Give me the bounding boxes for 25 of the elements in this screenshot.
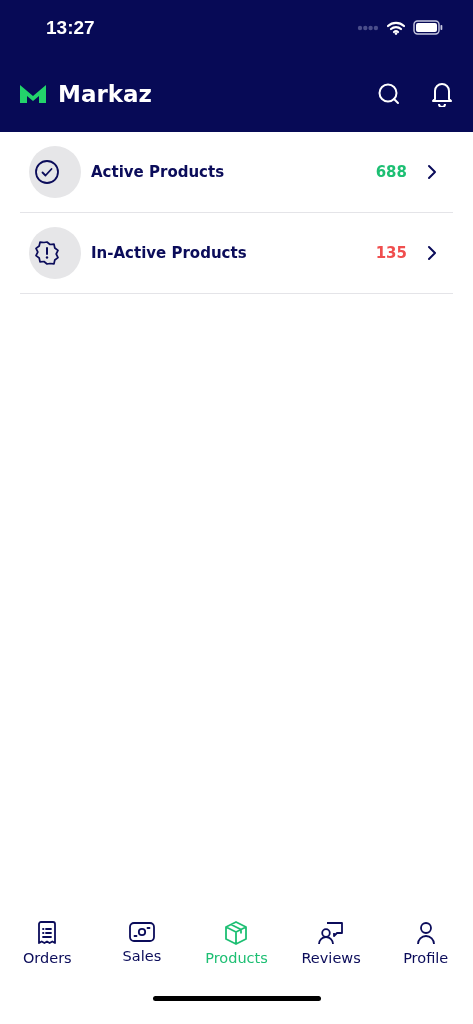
product-count: 135 (375, 244, 407, 262)
person-icon (414, 920, 437, 946)
cash-icon (127, 920, 156, 944)
person-speech-icon (317, 920, 346, 946)
tab-bar-item[interactable]: Profile (378, 920, 473, 990)
warning-badge-icon (34, 240, 60, 266)
status-time: 13:27 (46, 16, 95, 39)
battery-icon (413, 20, 443, 35)
check-circle-icon (34, 159, 60, 185)
tab-bar-item[interactable]: Reviews (283, 920, 379, 990)
chevron-right-icon (427, 164, 437, 180)
box-icon (223, 920, 250, 946)
product-count: 688 (375, 163, 407, 181)
tab-bar-item[interactable]: Orders (0, 920, 95, 990)
product-status-row[interactable]: Active Products 688 (20, 132, 453, 213)
bell-icon[interactable] (431, 80, 453, 107)
search-icon[interactable] (377, 81, 401, 106)
app-title: Markaz (58, 80, 152, 107)
row-label: In-Active Products (91, 244, 248, 262)
product-status-row[interactable]: In-Active Products 135 (20, 213, 453, 294)
chevron-right-icon (427, 245, 437, 261)
tab-bar-item[interactable]: Sales (94, 920, 190, 990)
signal-icon (357, 24, 379, 31)
row-label: Active Products (91, 163, 226, 181)
wifi-icon (387, 20, 405, 35)
